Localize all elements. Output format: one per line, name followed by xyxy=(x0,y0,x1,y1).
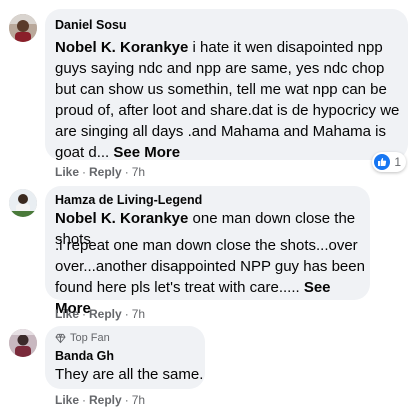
timestamp[interactable]: 7h xyxy=(132,307,145,321)
separator-dot: · xyxy=(124,165,129,179)
comment-actions: Like · Reply · 7h xyxy=(55,307,145,321)
comment-body: i hate it wen disapointed npp guys sayin… xyxy=(55,39,400,161)
mention-link[interactable]: Nobel K. Korankye xyxy=(55,210,188,227)
timestamp[interactable]: 7h xyxy=(132,393,145,407)
reaction-count: 1 xyxy=(394,155,401,169)
reply-button[interactable]: Reply xyxy=(89,165,122,179)
reply-button[interactable]: Reply xyxy=(89,393,122,407)
avatar-image xyxy=(9,14,37,42)
mention-link[interactable]: Nobel K. Korankye xyxy=(55,39,188,56)
separator-dot: · xyxy=(124,393,129,407)
timestamp[interactable]: 7h xyxy=(132,165,145,179)
avatar[interactable] xyxy=(9,189,37,217)
like-icon xyxy=(374,154,391,170)
comment-author[interactable]: Hamza de Living-Legend xyxy=(55,193,202,207)
avatar[interactable] xyxy=(9,329,37,357)
avatar[interactable] xyxy=(9,14,37,42)
comment-actions: Like · Reply · 7h xyxy=(55,165,145,179)
like-button[interactable]: Like xyxy=(55,307,79,321)
comment-actions: Like · Reply · 7h xyxy=(55,393,145,407)
comment-text: Nobel K. Korankye i hate it wen disapoin… xyxy=(55,37,405,163)
like-button[interactable]: Like xyxy=(55,393,79,407)
separator-dot: · xyxy=(124,307,129,321)
separator-dot: · xyxy=(82,307,87,321)
reaction-summary[interactable]: 1 xyxy=(372,152,406,172)
comment-bubble: Hamza de Living-Legend Nobel K. Korankye… xyxy=(45,186,370,317)
avatar-image xyxy=(9,329,37,357)
reply-button[interactable]: Reply xyxy=(89,307,122,321)
like-button[interactable]: Like xyxy=(55,165,79,179)
separator-dot: · xyxy=(82,165,87,179)
comment-author[interactable]: Daniel Sosu xyxy=(55,18,127,32)
top-fan-label: Top Fan xyxy=(70,332,110,344)
comment-text: They are all the same. xyxy=(55,366,204,383)
comment-bubble: Top Fan Banda Gh They are all the same. xyxy=(45,326,205,389)
separator-dot: · xyxy=(82,393,87,407)
avatar-image xyxy=(9,189,37,217)
top-fan-badge[interactable]: Top Fan xyxy=(55,332,110,344)
comment-author[interactable]: Banda Gh xyxy=(55,349,114,363)
comment-bubble: Daniel Sosu Nobel K. Korankye i hate it … xyxy=(45,9,408,163)
diamond-icon xyxy=(55,333,66,343)
see-more-link[interactable]: See More xyxy=(113,144,180,161)
